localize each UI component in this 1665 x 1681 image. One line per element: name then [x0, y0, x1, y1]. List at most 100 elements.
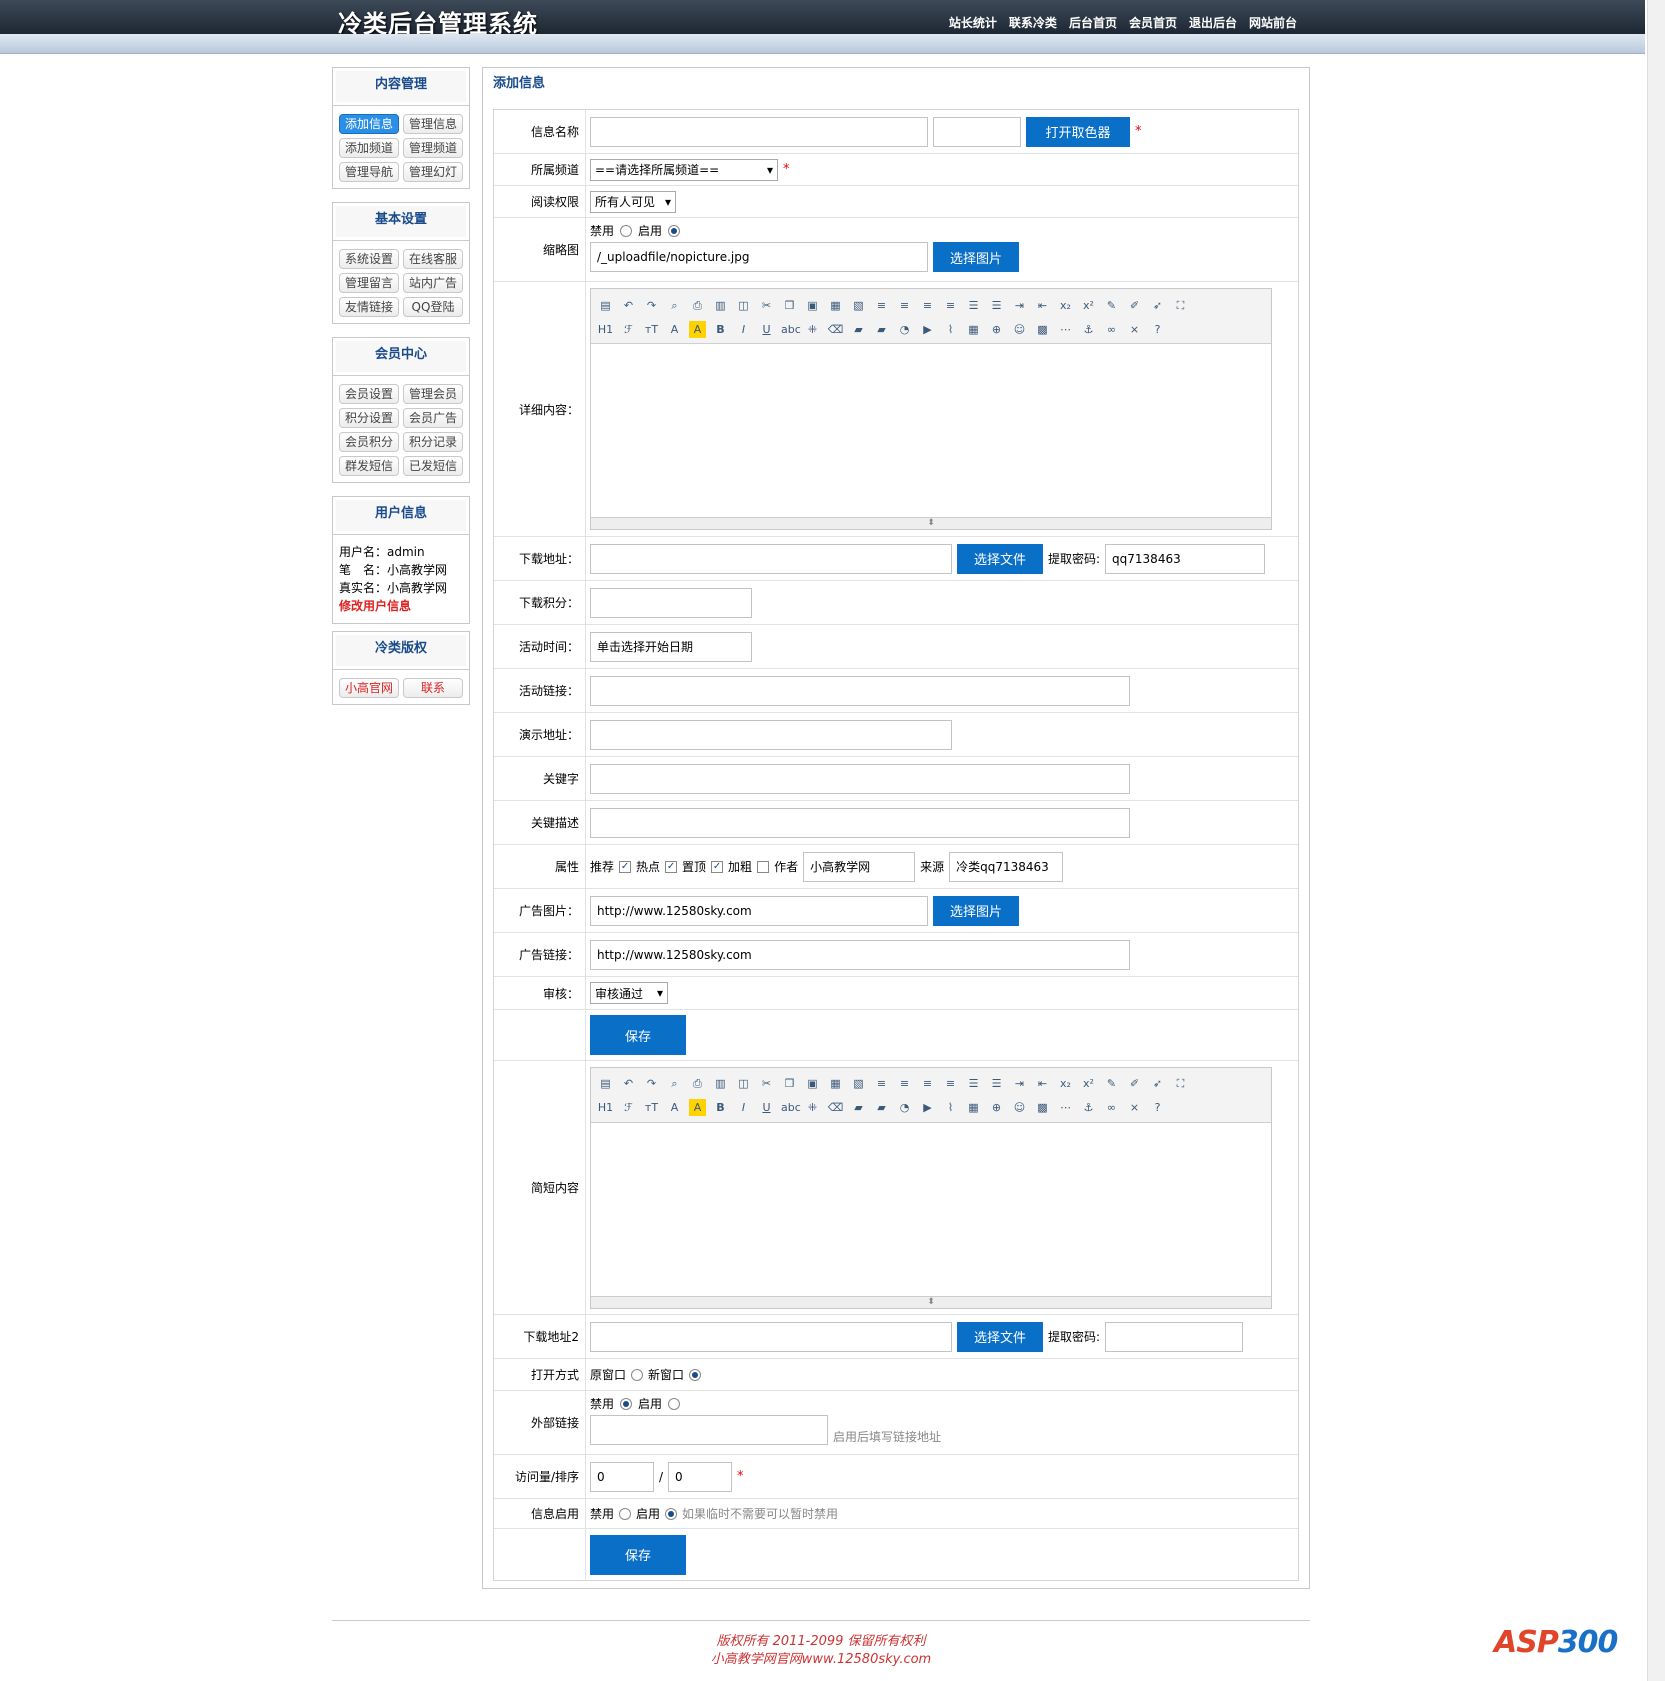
heading-icon[interactable]: H1: [597, 1099, 614, 1116]
external-enable-radio[interactable]: [668, 1397, 681, 1410]
subscript-icon[interactable]: x₂: [1057, 1075, 1074, 1092]
ordered-list-icon[interactable]: ☰: [965, 1075, 982, 1092]
unlink-icon[interactable]: ⨯: [1126, 321, 1143, 338]
open-new-radio[interactable]: [689, 1368, 702, 1381]
download2-input[interactable]: [590, 1321, 952, 1352]
justify-icon[interactable]: ≡: [942, 1075, 959, 1092]
sidebar-item-member-ads[interactable]: 会员广告: [403, 408, 463, 428]
image-icon[interactable]: ▰: [850, 1099, 867, 1116]
cut-icon[interactable]: ✂: [758, 297, 775, 314]
print-icon[interactable]: ⎙: [689, 297, 706, 314]
edit-user-link[interactable]: 修改用户信息: [339, 597, 463, 615]
colorpicker-button[interactable]: 打开取色器: [1026, 116, 1130, 147]
download-input[interactable]: [590, 543, 952, 574]
template-icon[interactable]: ▥: [712, 297, 729, 314]
superscript-icon[interactable]: x²: [1080, 1075, 1097, 1092]
sort-input[interactable]: 0: [668, 1461, 733, 1492]
audit-select[interactable]: 审核通过 ▾: [590, 982, 668, 1004]
name-input[interactable]: [590, 116, 928, 147]
emoticon-icon[interactable]: ☺: [1011, 321, 1028, 338]
info-enable-radio[interactable]: [665, 1507, 678, 1520]
align-left-icon[interactable]: ≡: [873, 297, 890, 314]
pointer-icon[interactable]: ➶: [1149, 1075, 1166, 1092]
help-icon[interactable]: ?: [1149, 321, 1166, 338]
visits-input[interactable]: 0: [590, 1461, 654, 1492]
table-icon[interactable]: ▦: [965, 321, 982, 338]
keywords-input[interactable]: [590, 763, 1130, 794]
font-size-icon[interactable]: тT: [643, 321, 660, 338]
thumb-enable-radio[interactable]: [668, 224, 681, 237]
flash-icon[interactable]: ◔: [896, 1099, 913, 1116]
cut-icon[interactable]: ✂: [758, 1075, 775, 1092]
sidebar-item-member-points[interactable]: 会员积分: [339, 432, 399, 452]
image-icon[interactable]: ▰: [850, 321, 867, 338]
paste-icon[interactable]: ▣: [804, 1075, 821, 1092]
redo-icon[interactable]: ↷: [643, 1075, 660, 1092]
code-icon[interactable]: ◫: [735, 297, 752, 314]
attachment-icon[interactable]: ⌇: [942, 321, 959, 338]
adimg-input[interactable]: http://www.12580sky.com: [590, 895, 928, 926]
external-link-input[interactable]: [590, 1415, 828, 1445]
editor-resize-handle[interactable]: ⬍: [591, 1295, 1271, 1308]
font-family-icon[interactable]: ℱ: [620, 1099, 637, 1116]
select-all-icon[interactable]: ✐: [1126, 1075, 1143, 1092]
sidebar-item-add-info[interactable]: 添加信息: [339, 114, 399, 134]
unordered-list-icon[interactable]: ☰: [988, 1075, 1005, 1092]
acttime-input[interactable]: 单击选择开始日期: [590, 631, 752, 662]
pagebreak-icon[interactable]: ⋯: [1057, 321, 1074, 338]
attachment-icon[interactable]: ⌇: [942, 1099, 959, 1116]
photo-icon[interactable]: ▩: [1034, 321, 1051, 338]
paste-word-icon[interactable]: ▧: [850, 297, 867, 314]
strikethrough-icon[interactable]: abc: [781, 321, 801, 338]
nav-stats[interactable]: 站长统计: [949, 14, 997, 31]
open-original-radio[interactable]: [631, 1368, 644, 1381]
paste-text-icon[interactable]: ▦: [827, 297, 844, 314]
author-input[interactable]: 小高教学网: [803, 851, 916, 882]
sidebar-item-mass-sms[interactable]: 群发短信: [339, 456, 399, 476]
sidebar-item-manage-info[interactable]: 管理信息: [403, 114, 463, 134]
font-family-icon[interactable]: ℱ: [620, 321, 637, 338]
external-disable-radio[interactable]: [620, 1397, 633, 1410]
clear-format-icon[interactable]: ✎: [1103, 1075, 1120, 1092]
highlight-icon[interactable]: A: [689, 1099, 706, 1116]
strikethrough-icon[interactable]: abc: [781, 1099, 801, 1116]
nav-admin-home[interactable]: 后台首页: [1069, 14, 1117, 31]
highlight-icon[interactable]: A: [689, 320, 706, 338]
sidebar-item-online-service[interactable]: 在线客服: [403, 249, 463, 269]
align-left-icon[interactable]: ≡: [873, 1075, 890, 1092]
sidebar-item-member-settings[interactable]: 会员设置: [339, 384, 399, 404]
print-icon[interactable]: ⎙: [689, 1075, 706, 1092]
media-icon[interactable]: ▶: [919, 1099, 936, 1116]
preview-icon[interactable]: ⌕: [666, 297, 683, 314]
hr-icon[interactable]: ⁜: [804, 321, 821, 338]
save-button-bottom[interactable]: 保存: [590, 1534, 686, 1575]
sidebar-item-friend-links[interactable]: 友情链接: [339, 297, 399, 317]
underline-icon[interactable]: U: [758, 1099, 775, 1116]
pointer-icon[interactable]: ➶: [1149, 297, 1166, 314]
source-icon[interactable]: ▤: [597, 297, 614, 314]
undo-icon[interactable]: ↶: [620, 297, 637, 314]
keydesc-input[interactable]: [590, 807, 1130, 838]
undo-icon[interactable]: ↶: [620, 1075, 637, 1092]
hot-checkbox[interactable]: ✓: [665, 860, 678, 873]
sidebar-item-qq-login[interactable]: QQ登陆: [403, 297, 463, 317]
outdent-icon[interactable]: ⇤: [1034, 1075, 1051, 1092]
paste-text-icon[interactable]: ▦: [827, 1075, 844, 1092]
editor-resize-handle[interactable]: ⬍: [591, 517, 1271, 529]
help-icon[interactable]: ?: [1149, 1099, 1166, 1116]
paste-word-icon[interactable]: ▧: [850, 1075, 867, 1092]
select-all-icon[interactable]: ✐: [1126, 297, 1143, 314]
superscript-icon[interactable]: x²: [1080, 297, 1097, 314]
unlink-icon[interactable]: ⨯: [1126, 1099, 1143, 1116]
bold-icon[interactable]: B: [712, 321, 729, 338]
sidebar-item-points-log[interactable]: 积分记录: [403, 432, 463, 452]
perm-select[interactable]: 所有人可见 ▾: [590, 190, 676, 213]
code-icon[interactable]: ◫: [735, 1075, 752, 1092]
align-center-icon[interactable]: ≡: [896, 1075, 913, 1092]
sidebar-item-points-settings[interactable]: 积分设置: [339, 408, 399, 428]
multi-image-icon[interactable]: ▰: [873, 321, 890, 338]
save-button[interactable]: 保存: [590, 1015, 686, 1055]
pagebreak-icon[interactable]: ⋯: [1057, 1099, 1074, 1116]
sidebar-item-site-ads[interactable]: 站内广告: [403, 273, 463, 293]
top-checkbox[interactable]: ✓: [711, 860, 724, 873]
